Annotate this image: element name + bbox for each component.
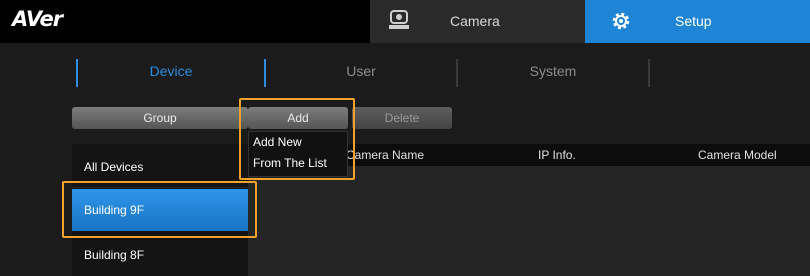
delete-button[interactable]: Delete bbox=[352, 107, 452, 129]
camera-table-body bbox=[248, 166, 810, 276]
column-camera-name[interactable]: Camera Name bbox=[346, 148, 424, 162]
column-ip-info[interactable]: IP Info. bbox=[538, 148, 576, 162]
subtab-device[interactable]: Device bbox=[78, 63, 264, 79]
column-camera-model[interactable]: Camera Model bbox=[698, 148, 777, 162]
subtab-system[interactable]: System bbox=[458, 63, 648, 79]
list-item-building-8f[interactable]: Building 8F bbox=[72, 234, 248, 276]
tab-setup[interactable]: Setup bbox=[585, 0, 810, 43]
camera-icon bbox=[389, 10, 409, 29]
aver-logo: AVer bbox=[12, 7, 63, 31]
sub-tabs: Device User System bbox=[0, 55, 810, 91]
tab-camera[interactable]: Camera bbox=[370, 0, 585, 43]
highlight-box-add bbox=[239, 98, 355, 180]
app-window: AVer Camera Setup Device User System Gro… bbox=[0, 0, 810, 276]
highlight-box-building bbox=[62, 181, 257, 238]
group-button[interactable]: Group bbox=[72, 107, 248, 129]
subtab-user[interactable]: User bbox=[266, 63, 456, 79]
gear-icon bbox=[612, 12, 630, 30]
tab-setup-label: Setup bbox=[675, 13, 712, 29]
top-bar: AVer Camera Setup bbox=[0, 0, 810, 43]
tab-camera-label: Camera bbox=[450, 13, 500, 29]
tab-divider bbox=[648, 59, 650, 87]
